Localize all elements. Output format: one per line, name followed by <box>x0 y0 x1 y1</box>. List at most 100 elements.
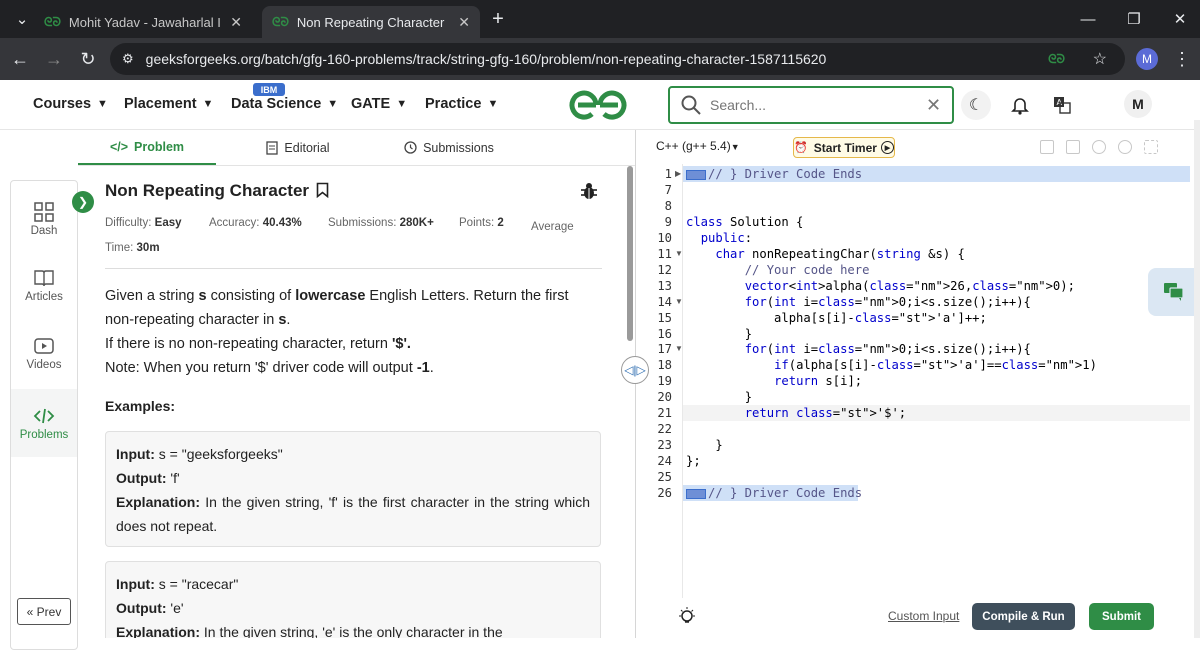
close-window-icon[interactable]: ✕ <box>1160 6 1200 32</box>
url-text: geeksforgeeks.org/batch/gfg-160-problems… <box>145 51 827 67</box>
minimize-icon[interactable]: — <box>1068 6 1108 32</box>
expand-sidebar-icon[interactable]: ❯ <box>72 191 94 213</box>
nav-courses[interactable]: Courses ▼ <box>33 96 108 112</box>
gfg-logo-icon[interactable] <box>566 87 630 123</box>
search-input[interactable] <box>710 97 920 113</box>
problem-description: Given a string s consisting of lowercase… <box>105 288 569 376</box>
alarm-icon: ⏰ <box>794 142 808 154</box>
bookmark-icon[interactable] <box>316 182 329 199</box>
search-box[interactable]: ✕ <box>668 86 954 124</box>
close-tab-icon[interactable]: ✕ <box>230 14 242 31</box>
fullscreen-icon[interactable] <box>1144 140 1158 154</box>
sidebar-item-dash[interactable]: Dash <box>11 195 77 255</box>
compile-run-button[interactable]: Compile & Run <box>972 603 1075 630</box>
close-tab-icon[interactable]: ✕ <box>458 14 470 31</box>
nav-practice[interactable]: Practice ▼ <box>425 96 498 112</box>
nav-placement[interactable]: Placement ▼ <box>124 96 213 112</box>
nav-label: Data Science <box>231 96 322 112</box>
code-line: vector<int>alpha(class="nm">26,class="nm… <box>744 278 1075 293</box>
gfg-favicon-icon: ᘓᘐ <box>272 14 289 29</box>
submit-button[interactable]: Submit <box>1089 603 1154 630</box>
sidebar-label: Dash <box>30 225 58 237</box>
tab-label: Editorial <box>284 140 330 155</box>
video-icon <box>34 338 54 354</box>
user-avatar[interactable]: M <box>1124 90 1152 118</box>
resize-handle-icon[interactable]: ◁|▷ <box>621 356 649 384</box>
folded-region-icon[interactable] <box>686 488 706 499</box>
line-number: 26 <box>657 486 672 500</box>
ibm-badge: IBM <box>253 83 285 96</box>
language-select[interactable]: C++ (g++ 5.4)▼ <box>656 139 740 153</box>
back-icon[interactable]: ← <box>6 46 34 72</box>
problem-subtabs: </> Problem Editorial Submissions <box>78 130 635 166</box>
sidebar-item-problems[interactable]: Problems <box>11 389 77 457</box>
line-number: 12 <box>657 262 672 277</box>
avg-time-value: 30m <box>136 242 160 254</box>
prev-button[interactable]: « Prev <box>17 598 71 625</box>
chevron-down-icon: ▼ <box>202 98 214 110</box>
bug-report-icon[interactable] <box>580 181 598 201</box>
forward-icon[interactable]: → <box>40 46 68 72</box>
settings-gear-icon[interactable] <box>1092 140 1106 154</box>
clear-search-icon[interactable]: ✕ <box>926 95 941 116</box>
browser-profile-avatar[interactable]: M <box>1136 48 1158 70</box>
line-number: 22 <box>657 422 672 437</box>
folded-region-icon[interactable] <box>686 169 706 180</box>
site-header: Courses ▼ Placement ▼ IBM Data Science ▼ GA… <box>0 80 1200 130</box>
sidebar-item-videos[interactable]: Videos <box>11 329 77 389</box>
code-line: if(alpha[s[i]-class="st">'a']==class="nm… <box>774 358 1097 373</box>
browser-tab-strip: ⌄ ᘓᘐ Mohit Yadav - Jawaharlal Institu ✕ … <box>0 0 1200 38</box>
notification-bell-icon[interactable] <box>1005 90 1035 120</box>
translate-icon[interactable]: A <box>1047 90 1077 120</box>
site-settings-icon[interactable]: ⚙ <box>122 51 134 67</box>
restore-icon[interactable]: ❐ <box>1114 6 1154 32</box>
clock-icon <box>404 141 417 154</box>
problem-scrollbar[interactable] <box>627 166 633 341</box>
tab-label: Problem <box>134 139 185 154</box>
example-output: 'e' <box>170 600 184 616</box>
copy-icon[interactable] <box>1040 140 1054 154</box>
problem-title-text: Non Repeating Character <box>105 181 310 200</box>
nav-data-science[interactable]: Data Science ▼ <box>231 96 338 112</box>
chat-button[interactable] <box>1148 268 1200 316</box>
browser-tab-profile[interactable]: ᘓᘐ Mohit Yadav - Jawaharlal Institu ✕ <box>34 6 252 38</box>
example-output: 'f' <box>170 470 180 486</box>
custom-input-link[interactable]: Custom Input <box>888 609 959 623</box>
reload-icon[interactable]: ↻ <box>74 46 102 72</box>
browser-menu-icon[interactable]: ⋮ <box>1168 46 1196 72</box>
chat-icon <box>1164 283 1184 301</box>
line-number: 25 <box>657 470 672 485</box>
start-timer-button[interactable]: ⏰ Start Timer ▶ <box>793 137 895 158</box>
file-icon[interactable] <box>1066 140 1080 154</box>
play-icon: ▶ <box>880 141 894 154</box>
lightbulb-icon[interactable] <box>676 606 698 628</box>
tab-problem[interactable]: </> Problem <box>78 130 216 165</box>
new-tab-icon[interactable]: + <box>478 6 518 32</box>
editor-scrollbar[interactable] <box>1194 120 1200 638</box>
tab-editorial[interactable]: Editorial <box>228 130 368 165</box>
code-line: // Your code here <box>686 262 870 277</box>
line-number: 20 <box>657 390 672 405</box>
nav-gate[interactable]: GATE ▼ <box>351 96 407 112</box>
chevron-down-icon: ▼ <box>396 98 408 110</box>
reset-icon[interactable] <box>1118 140 1132 154</box>
example-box-1: Input: s = "geeksforgeeks" Output: 'f' E… <box>105 431 601 547</box>
gfg-extension-icon[interactable]: ᘓᘐ <box>1048 52 1065 67</box>
code-editor[interactable]: // } Driver Code Ends class Solution { pu… <box>682 164 1190 598</box>
line-number: 11 <box>657 246 672 261</box>
nav-label: Placement <box>124 96 197 112</box>
code-line: // } Driver Code Ends <box>686 486 862 500</box>
example-input: s = "geeksforgeeks" <box>158 446 283 462</box>
bookmark-star-icon[interactable]: ☆ <box>1093 49 1107 69</box>
tab-title: Mohit Yadav - Jawaharlal Institu <box>68 14 221 30</box>
code-line: }; <box>686 454 701 469</box>
left-sidebar: Dash Articles Videos Problems <box>10 180 78 650</box>
gfg-favicon-icon: ᘓᘐ <box>44 14 61 29</box>
sidebar-item-articles[interactable]: Articles <box>11 261 77 321</box>
fold-arrow-icon[interactable]: ▶ <box>675 169 681 178</box>
url-field[interactable]: ⚙ geeksforgeeks.org/batch/gfg-160-proble… <box>110 43 1125 75</box>
line-number: 21 <box>657 406 672 421</box>
dark-mode-moon-icon[interactable]: ☾ <box>961 90 991 120</box>
browser-tab-problem[interactable]: ᘓᘐ Non Repeating Character | Prac ✕ <box>262 6 480 38</box>
tab-submissions[interactable]: Submissions <box>374 130 524 165</box>
